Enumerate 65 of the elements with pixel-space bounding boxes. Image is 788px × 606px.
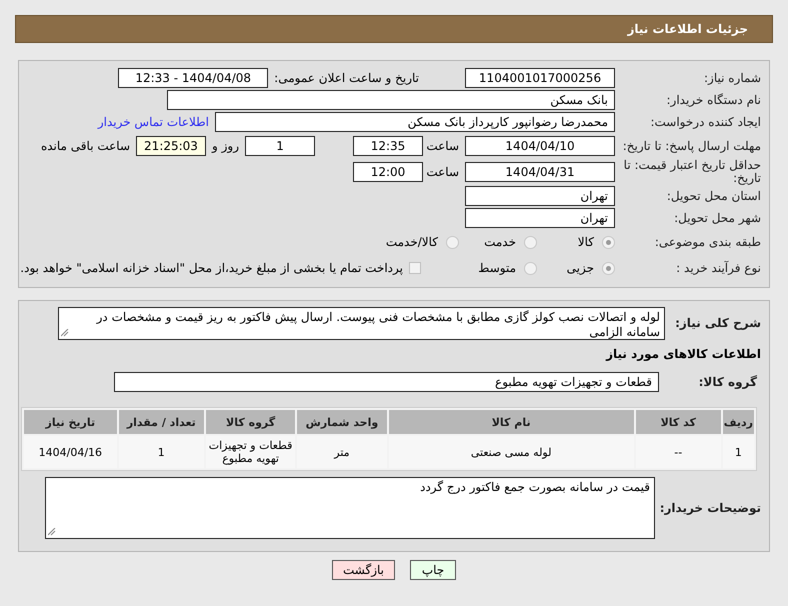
province-field: تهران — [465, 186, 615, 206]
table-cell: قطعات و تجهیزات تهویه مطبوع — [206, 436, 296, 468]
buyer-org-field: بانک مسکن — [167, 90, 615, 110]
radio-button[interactable] — [524, 236, 537, 248]
requester-field: محمدرضا رضوانپور کارپرداز بانک مسکن — [215, 112, 615, 132]
column-header: گروه کالا — [206, 410, 296, 434]
page-title: جزئیات اطلاعات نیاز — [15, 15, 773, 43]
goods-group-field: قطعات و تجهیزات تهویه مطبوع — [114, 372, 659, 392]
field-label: استان محل تحویل: — [666, 190, 761, 202]
column-header: نام کالا — [388, 410, 634, 434]
radio-button[interactable] — [524, 262, 537, 274]
field-label: شهر محل تحویل: — [673, 212, 761, 224]
table-cell: 1404/04/16 — [24, 436, 117, 468]
field-label: شماره نیاز: — [703, 72, 761, 84]
checkbox-label: پرداخت تمام یا بخشی از مبلغ خرید،از محل "اسناد خزانه اسلامی" خواهد بود. — [20, 261, 403, 275]
radio-label: کالا — [578, 235, 594, 249]
column-header: تعداد / مقدار — [118, 410, 204, 434]
field-label: تاریخ و ساعت اعلان عمومی: — [274, 71, 419, 85]
remaining-time-field: 21:25:03 — [136, 136, 206, 156]
field-label: شرح کلی نیاز: — [674, 316, 761, 330]
back-button[interactable]: بازگشت — [332, 560, 395, 580]
buyer-notes-textarea[interactable]: قیمت در سامانه بصورت جمع فاکتور درج گردد — [45, 477, 655, 539]
remaining-label: ساعت باقی مانده — [40, 139, 130, 153]
deadline-time-field: 12:35 — [353, 136, 423, 156]
radio-button[interactable] — [602, 236, 615, 248]
column-header: واحد شمارش — [297, 410, 387, 434]
resize-grip-icon[interactable] — [48, 528, 56, 536]
radio-label: جزیی — [566, 261, 594, 275]
field-label: گروه کالا: — [698, 376, 758, 388]
radio-label: متوسط — [478, 261, 516, 275]
print-button[interactable]: چاپ — [410, 560, 456, 580]
deadline-date-field: 1404/04/10 — [465, 136, 615, 156]
checkbox[interactable] — [409, 262, 421, 274]
days-label: روز و — [212, 139, 239, 153]
table-cell: متر — [297, 436, 387, 468]
days-field: 1 — [245, 136, 315, 156]
radio-label: خدمت — [484, 235, 516, 249]
section-title: اطلاعات کالاهای مورد نیاز — [604, 347, 762, 361]
field-label: توضیحات خریدار: — [661, 502, 761, 514]
city-field: تهران — [465, 208, 615, 228]
column-header: تاریخ نیاز — [24, 410, 117, 434]
time-label: ساعت — [429, 165, 459, 179]
resize-grip-icon[interactable] — [61, 328, 69, 336]
buyer-contact-link[interactable]: اطلاعات تماس خریدار — [98, 115, 209, 129]
description-textarea[interactable]: لوله و اتصالات نصب کولز گازی مطابق با مشخصات فنی پیوست. ارسال پیش فاکتور به ریز قیمت و مشخصات در سامانه الزامی — [58, 306, 665, 340]
table-cell: 1 — [722, 436, 754, 468]
announce-date-field: 1404/04/08 - 12:33 — [118, 68, 268, 88]
field-label: ایجاد کننده درخواست: — [649, 116, 761, 128]
need-number-field: 1104001017000256 — [465, 68, 615, 88]
field-label: مهلت ارسال پاسخ: تا تاریخ: — [622, 140, 761, 152]
field-label: نام دستگاه خریدار: — [666, 94, 761, 106]
column-header: ردیف — [722, 410, 754, 434]
field-label: طبقه بندی موضوعی: — [654, 236, 761, 248]
radio-label: کالا/خدمت — [386, 235, 438, 249]
radio-button[interactable] — [602, 262, 615, 274]
validity-date-field: 1404/04/31 — [465, 162, 615, 182]
table-cell: -- — [636, 436, 721, 468]
table-cell: 1 — [118, 436, 204, 468]
table-cell: لوله مسی صنعتی — [388, 436, 634, 468]
radio-button[interactable] — [446, 236, 459, 248]
field-label: حداقل تاریخ اعتبار قیمت: تا تاریخ: — [622, 159, 761, 185]
validity-time-field: 12:00 — [353, 162, 423, 182]
time-label: ساعت — [429, 139, 459, 153]
column-header: کد کالا — [636, 410, 721, 434]
field-label: نوع فرآیند خرید : — [675, 262, 761, 274]
